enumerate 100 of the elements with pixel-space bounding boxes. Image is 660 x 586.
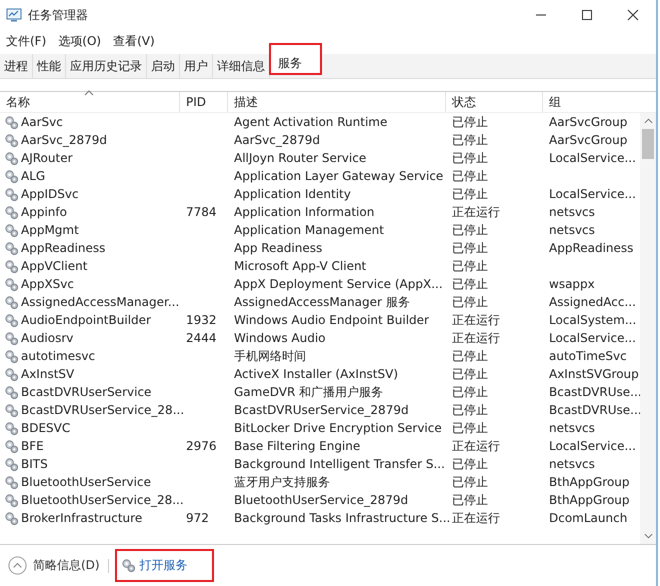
scroll-down-icon[interactable]: [644, 533, 652, 539]
monitor-icon: [6, 7, 22, 23]
table-cell-text: 7784: [185, 205, 218, 219]
table-cell-text: 已停止: [451, 402, 489, 418]
table-cell-text: Application Identity: [233, 187, 352, 201]
column-header[interactable]: 组: [543, 92, 640, 112]
gears-icon: [4, 114, 19, 130]
table-cell-text: Windows Audio Endpoint Builder: [233, 313, 430, 327]
tab[interactable]: 服务: [270, 44, 321, 74]
scrollbar[interactable]: [640, 113, 656, 544]
table-cell-text: LocalSystem...: [548, 313, 638, 327]
column-header[interactable]: 描述: [228, 92, 446, 112]
table-cell-text: AarSvc_2879d: [233, 133, 321, 147]
table-cell-text: LocalService...: [548, 439, 637, 453]
table-cell: ALG: [21, 169, 46, 183]
gears-icon: [4, 348, 19, 364]
table-cell-text: GameDVR 和广播用户服务: [233, 384, 384, 400]
table-cell-text: AllJoyn Router Service: [233, 151, 368, 165]
table-cell-text: 正在运行: [451, 312, 501, 328]
table-cell-text: netsvcs: [548, 421, 596, 435]
table-cell-text: 已停止: [451, 240, 489, 256]
table-cell-text: 已停止: [451, 222, 489, 238]
table-cell-text: netsvcs: [548, 457, 596, 471]
table-cell-text: Microsoft App-V Client: [233, 259, 368, 273]
table-cell-text: 已停止: [451, 456, 489, 472]
table-cell: AJRouter: [21, 151, 73, 165]
column-header[interactable]: 状态: [446, 92, 543, 112]
menu-item[interactable]: 选项(O): [58, 32, 102, 50]
table-cell-text: Background Intelligent Transfer S...: [233, 457, 446, 471]
table-cell-text: 已停止: [451, 420, 489, 436]
gears-icon: [4, 456, 19, 472]
gears-icon: [4, 438, 19, 454]
table-cell: autotimesvc: [21, 349, 96, 363]
table-cell-text: AarSvcGroup: [548, 115, 628, 129]
tab[interactable]: 启动: [147, 54, 180, 78]
table-cell-text: AppReadiness: [548, 241, 634, 255]
gears-icon: [4, 330, 19, 346]
menu-item[interactable]: 文件(F): [6, 32, 46, 50]
table-cell-text: BitLocker Drive Encryption Service: [233, 421, 443, 435]
table-cell-text: 已停止: [451, 366, 489, 382]
gears-icon: [4, 294, 19, 310]
table-cell-text: App Readiness: [233, 241, 324, 255]
table-cell: BDESVC: [21, 421, 70, 435]
column-header[interactable]: 名称: [0, 92, 180, 112]
column-header[interactable]: PID: [180, 92, 228, 112]
tab[interactable]: 性能: [33, 54, 66, 78]
table-cell-text: Application Layer Gateway Service: [233, 169, 444, 183]
tab[interactable]: 用户: [180, 54, 213, 78]
gears-icon: [4, 204, 19, 220]
tab[interactable]: 应用历史记录: [66, 54, 147, 78]
table-cell: BFE: [21, 439, 44, 453]
table-cell-text: 已停止: [451, 294, 489, 310]
table-cell-text: 正在运行: [451, 330, 501, 346]
table-cell: AppMgmt: [21, 223, 79, 237]
table-cell: BluetoothUserService_28...: [21, 493, 184, 507]
open-services-link[interactable]: 打开服务: [116, 551, 212, 580]
table-cell: AxInstSV: [21, 367, 74, 381]
gears-icon: [4, 168, 19, 184]
tab[interactable]: 进程: [0, 54, 33, 78]
table-cell-text: autoTimeSvc: [548, 349, 628, 363]
table-cell: AssignedAccessManager...: [21, 295, 180, 309]
table-cell-text: AssignedAccessManager 服务: [233, 294, 411, 310]
table-cell-text: LocalService...: [548, 331, 637, 345]
table-cell-text: 手机网络时间: [233, 348, 307, 364]
table-cell-text: 2444: [185, 331, 218, 345]
maximize-icon[interactable]: [581, 9, 593, 21]
table-cell-text: BcastDVRUse...: [548, 403, 640, 417]
gears-icon: [4, 402, 19, 418]
table-cell-text: 蓝牙用户支持服务: [233, 474, 331, 490]
menu-item[interactable]: 查看(V): [113, 32, 155, 50]
table-cell-text: 已停止: [451, 132, 489, 148]
close-icon[interactable]: [627, 9, 639, 21]
table-cell-text: netsvcs: [548, 205, 596, 219]
table-cell-text: 已停止: [451, 168, 489, 184]
gears-icon: [4, 258, 19, 274]
table-cell-text: Application Information: [233, 205, 376, 219]
table-cell-text: BcastDVRUse...: [548, 385, 640, 399]
table-cell-text: 已停止: [451, 384, 489, 400]
table-cell-text: BthAppGroup: [548, 493, 631, 507]
scroll-up-icon[interactable]: [644, 118, 652, 124]
table-cell-text: 已停止: [451, 186, 489, 202]
table-cell: AppXSvc: [21, 277, 74, 291]
table-cell-text: 1932: [185, 313, 218, 327]
gears-icon: [4, 150, 19, 166]
gears-icon: [4, 186, 19, 202]
table-cell: AarSvc: [21, 115, 63, 129]
table-cell-text: 已停止: [451, 114, 489, 130]
fewer-details-button[interactable]: 简略信息(D): [8, 556, 100, 575]
gears-icon: [4, 384, 19, 400]
gears-icon: [4, 132, 19, 148]
gears-icon: [4, 222, 19, 238]
table-cell-text: 正在运行: [451, 438, 501, 454]
table-cell-text: Windows Audio: [233, 331, 326, 345]
table-cell: BluetoothUserService: [21, 475, 151, 489]
scroll-thumb[interactable]: [642, 129, 654, 159]
table-cell-text: 已停止: [451, 492, 489, 508]
table-cell-text: DcomLaunch: [548, 511, 628, 525]
gears-icon: [4, 420, 19, 436]
chevron-up-icon: [8, 556, 27, 575]
table-cell: Appinfo: [21, 205, 67, 219]
